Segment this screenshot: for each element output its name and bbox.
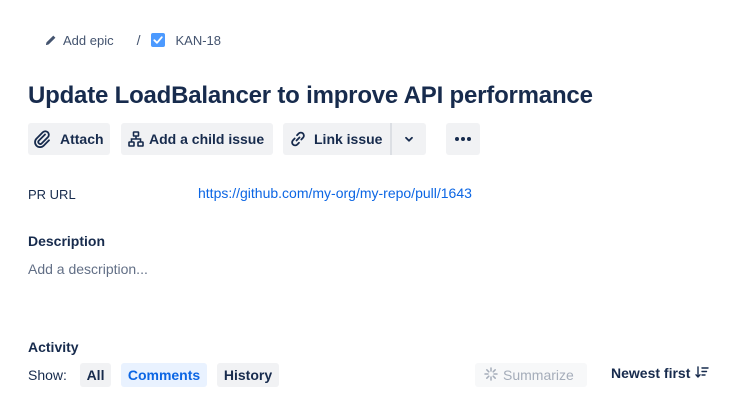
issue-key-link[interactable]: KAN-18 [151, 33, 221, 48]
filter-all[interactable]: All [80, 363, 111, 387]
more-actions-button[interactable] [446, 123, 480, 155]
pr-url-label: PR URL [28, 187, 76, 202]
checkbox-icon [151, 33, 166, 47]
sort-label: Newest first [611, 365, 691, 381]
filter-history[interactable]: History [217, 363, 279, 387]
attach-label: Attach [60, 131, 104, 147]
description-input[interactable]: Add a description... [28, 261, 148, 277]
add-child-issue-button[interactable]: Add a child issue [121, 123, 273, 155]
sparkle-icon [484, 366, 498, 384]
paperclip-icon [34, 130, 52, 148]
filter-comments[interactable]: Comments [121, 363, 207, 387]
summarize-button[interactable]: Summarize [475, 363, 587, 387]
show-label: Show: [28, 367, 67, 383]
link-issue-button[interactable]: Link issue [283, 123, 390, 155]
link-issue-split-button: Link issue [283, 123, 426, 155]
breadcrumb: Add epic / KAN-18 [45, 31, 221, 49]
add-epic-link[interactable]: Add epic [45, 33, 114, 48]
hierarchy-icon [128, 131, 144, 147]
issue-key-label: KAN-18 [175, 32, 222, 48]
issue-title[interactable]: Update LoadBalancer to improve API perfo… [28, 82, 593, 110]
summarize-label: Summarize [503, 367, 574, 383]
chevron-down-icon [403, 133, 415, 145]
pr-url-link[interactable]: https://github.com/my-org/my-repo/pull/1… [198, 185, 472, 201]
description-heading: Description [28, 233, 106, 249]
breadcrumb-separator: / [136, 32, 141, 48]
add-child-issue-label: Add a child issue [149, 131, 265, 147]
add-epic-label: Add epic [63, 32, 114, 48]
link-icon [288, 129, 308, 149]
sort-toggle[interactable]: Newest first [611, 365, 710, 381]
activity-heading: Activity [28, 339, 79, 355]
link-issue-label: Link issue [314, 131, 383, 147]
link-issue-dropdown-button[interactable] [392, 123, 426, 155]
attach-button[interactable]: Attach [28, 123, 110, 155]
more-icon [454, 136, 472, 142]
pencil-icon [45, 34, 57, 46]
sort-icon [695, 365, 710, 381]
